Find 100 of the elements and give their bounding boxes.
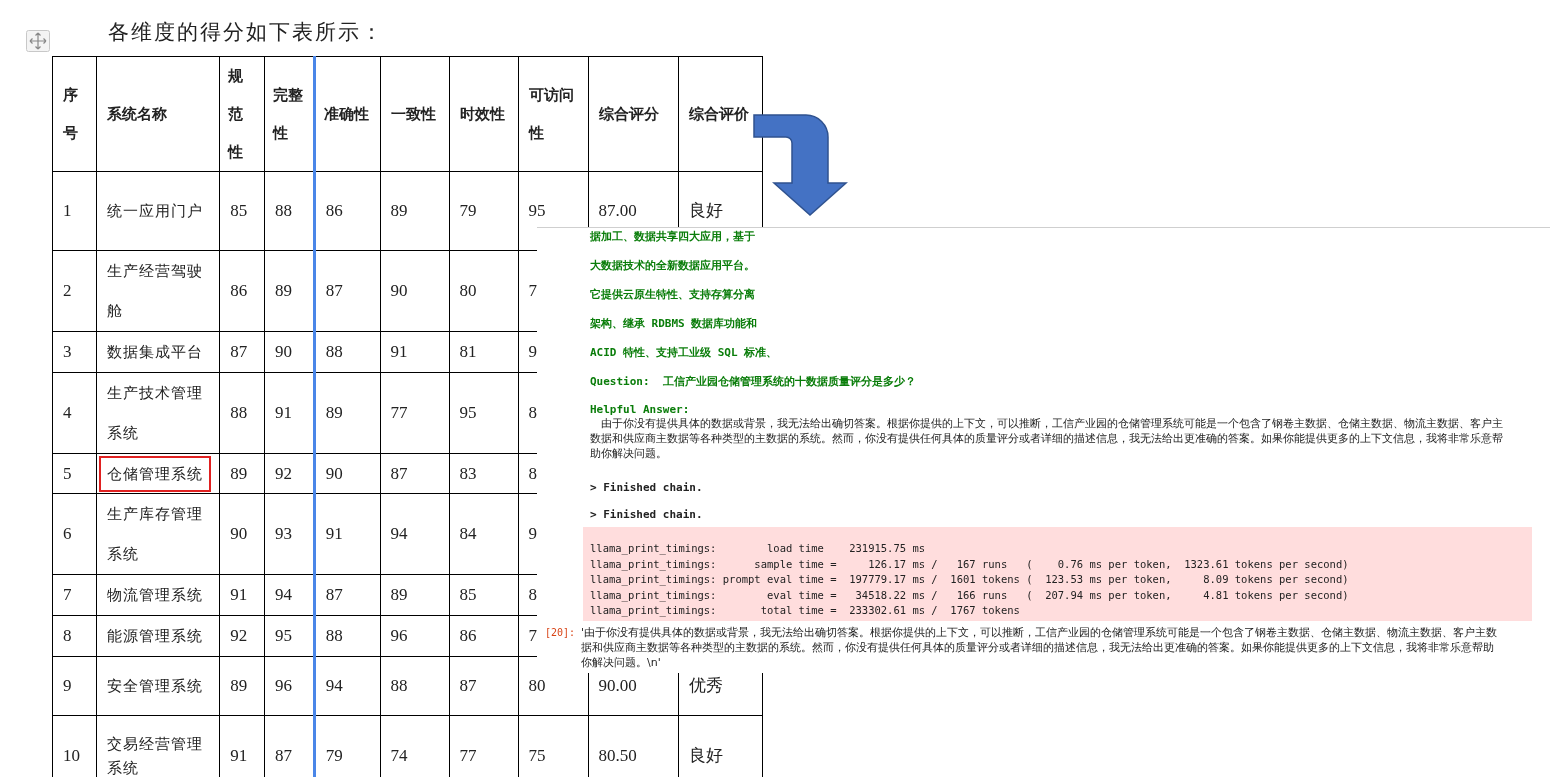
table-cell: 89 [230, 676, 248, 696]
table-cell: 2 [63, 281, 72, 301]
table-cell: 83 [459, 463, 477, 484]
context-line: ACID 特性、支持工业级 SQL 标准、 [590, 345, 779, 360]
table-cell: 80.50 [598, 746, 637, 766]
table-cell: 75 [528, 746, 546, 766]
table-cell: 93 [274, 524, 292, 544]
context-line: Question: 工信产业园仓储管理系统的十数据质量评分是多少？ [590, 374, 917, 389]
table-cell: 92 [274, 463, 292, 484]
table-cell: 94 [325, 676, 343, 696]
table-cell: 89 [390, 201, 408, 221]
cell-prompt: [20]: [545, 625, 576, 640]
table-cell: 8 [528, 403, 537, 423]
column-header: 综合评价 [688, 104, 749, 125]
table-cell: 84 [459, 524, 477, 544]
table-cell: 86 [325, 201, 343, 221]
context-line: 据加工、数据共享四大应用，基于 [590, 229, 756, 244]
table-cell-text: 生产经营驾驶舱 [106, 261, 204, 322]
status-line: > Finished chain. [590, 481, 704, 494]
table-cell-text: 统一应用门户 [106, 201, 203, 222]
table-cell: 优秀 [688, 676, 723, 696]
table-cell: 88 [325, 626, 343, 646]
table-cell: 94 [390, 524, 408, 544]
table-cell: 3 [63, 342, 72, 362]
table-cell: 94 [274, 585, 292, 605]
context-line: 架构、继承 RDBMS 数据库功能和 [590, 316, 759, 331]
table-cell: 90.00 [598, 676, 637, 696]
table-cell: 96 [274, 676, 292, 696]
table-cell: 86 [459, 626, 477, 646]
table-cell-text: 能源管理系统 [106, 626, 203, 647]
context-line: 它提供云原生特性、支持存算分离 [590, 287, 756, 302]
answer-label: Helpful Answer: [590, 403, 691, 416]
table-cell: 87 [390, 463, 408, 484]
table-cell: 77 [390, 403, 408, 423]
table-cell: 91 [325, 524, 343, 544]
table-cell: 91 [390, 342, 408, 362]
table-cell: 79 [325, 746, 343, 766]
table-cell: 87 [274, 746, 292, 766]
table-cell: 87.00 [598, 201, 637, 221]
table-cell: 91 [274, 403, 292, 423]
table-cell: 87 [459, 676, 477, 696]
table-cell: 9 [528, 342, 537, 362]
column-header: 时效性 [459, 104, 505, 125]
table-cell: 7 [528, 281, 537, 301]
table-cell: 90 [230, 524, 248, 544]
table-cell: 88 [390, 676, 408, 696]
table-cell-text: 物流管理系统 [106, 585, 203, 606]
table-cell-text: 安全管理系统 [106, 676, 203, 697]
column-header: 序号 [63, 85, 79, 144]
table-cell: 8 [528, 585, 537, 605]
table-cell: 87 [325, 585, 343, 605]
table-cell: 7 [528, 626, 537, 646]
column-header: 完整性 [272, 85, 304, 144]
answer-text: 由于你没有提供具体的数据或背景，我无法给出确切答案。根据你提供的上下文，可以推断，工信产业园的仓储管理系统可能是一个包含了钢卷主数据、仓储主数据、物流主数据、客户主数据和供应商主数据等各种类型的主数据的系统。然而，你没有提供任何具体的质量评分或者详细的描述信息，我无法给出更准确的答案。如果你能提供更多的上下文信息，我将非常乐意帮助你解决问题。 [590, 416, 1504, 461]
timing-line: llama_print_timings: eval time = 34518.22 ms / 166 runs ( 207.94 ms per token, 4.81 tokens per second) [590, 587, 1350, 603]
table-cell: 95 [274, 626, 292, 646]
table-cell-text: 数据集成平台 [106, 342, 203, 363]
table-cell: 88 [325, 342, 343, 362]
table-cell: 88 [274, 201, 292, 221]
table-cell: 89 [230, 463, 248, 484]
table-cell-text: 生产库存管理系统 [106, 504, 204, 565]
bent-arrow-icon [752, 113, 848, 217]
timing-line: llama_print_timings: prompt eval time = 197779.17 ms / 1601 tokens ( 123.53 ms per token, 8.09 tokens per second) [590, 572, 1350, 588]
table-cell: 89 [390, 585, 408, 605]
table-cell: 90 [274, 342, 292, 362]
output-text: '由于你没有提供具体的数据或背景，我无法给出确切答案。根据你提供的上下文，可以推断，工信产业园的仓储管理系统可能是一个包含了钢卷主数据、仓储主数据、物流主数据、客户主数据和供应商主数据等各种类型的主数据的系统。然而，你没有提供任何具体的质量评分或者详细的描述信息，我无法给出更准确的答案。如果你能提供更多的上下文信息，我将非常乐意帮助你解决问题。\n' [581, 624, 1499, 670]
table-cell: 87 [230, 342, 248, 362]
table-cell: 9 [63, 676, 72, 696]
timing-line: llama_print_timings: load time 231915.75 ms [590, 541, 927, 557]
table-cell: 10 [63, 746, 80, 766]
context-line: 大数据技术的全新数据应用平台。 [590, 258, 756, 273]
table-cell: 80 [528, 676, 546, 696]
move-handle-icon[interactable] [26, 30, 50, 52]
table-cell: 89 [274, 281, 292, 301]
table-cell: 81 [459, 342, 477, 362]
column-header: 一致性 [390, 104, 436, 125]
table-cell: 90 [325, 463, 343, 484]
table-cell: 92 [230, 626, 248, 646]
table-cell: 86 [230, 281, 248, 301]
column-header: 系统名称 [106, 104, 167, 125]
table-cell: 90 [390, 281, 408, 301]
column-header: 可访问性 [528, 85, 575, 144]
table-cell: 8 [63, 626, 72, 646]
table-cell: 6 [63, 524, 72, 544]
table-cell: 96 [390, 626, 408, 646]
heading: 各维度的得分如下表所示： [108, 19, 384, 46]
table-cell: 87 [325, 281, 343, 301]
table-cell: 79 [459, 201, 477, 221]
table-cell: 77 [459, 746, 477, 766]
table-cell: 5 [63, 463, 72, 484]
timing-line: llama_print_timings: sample time = 126.17 ms / 167 runs ( 0.76 ms per token, 1323.61 tokens per second) [590, 556, 1350, 572]
table-cell: 良好 [688, 746, 723, 766]
table-cell: 4 [63, 403, 72, 423]
table-cell-text: 生产技术管理系统 [106, 383, 204, 444]
column-header: 规范性 [228, 66, 245, 163]
status-line: > Finished chain. [590, 508, 704, 521]
table-cell: 8 [528, 463, 537, 484]
table-cell: 88 [230, 403, 248, 423]
table-cell: 89 [325, 403, 343, 423]
timing-line: llama_print_timings: total time = 233302.61 ms / 1767 tokens [590, 603, 1021, 619]
